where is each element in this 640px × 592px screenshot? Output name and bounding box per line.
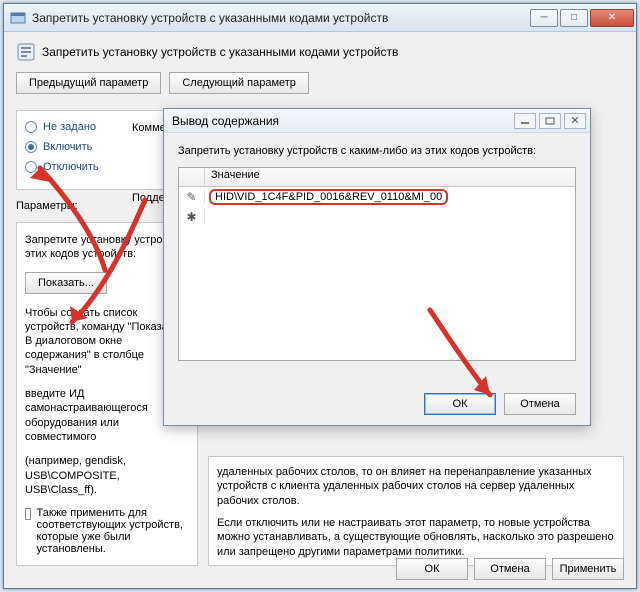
new-row-icon: ✱: [179, 210, 205, 224]
radio-icon: [25, 141, 37, 153]
dialog-titlebar[interactable]: Вывод содержания ✕: [164, 109, 590, 133]
window-icon: [10, 10, 26, 26]
window-title: Запретить установку устройств с указанны…: [32, 11, 528, 25]
apply-button[interactable]: Применить: [552, 558, 624, 580]
radio-icon: [25, 121, 37, 133]
policy-icon: [16, 42, 36, 62]
help-text-2: Если отключить или не настраивать этот п…: [217, 516, 615, 559]
value-grid[interactable]: Значение ✎ HID\VID_1C4F&PID_0016&REV_011…: [178, 167, 576, 361]
dialog-cancel-button[interactable]: Отмена: [504, 393, 576, 415]
also-apply-checkbox[interactable]: Также применить для соответствующих устр…: [25, 507, 189, 555]
radio-label: Отключить: [43, 161, 99, 173]
pencil-icon: ✎: [179, 190, 205, 204]
radio-label: Не задано: [43, 121, 96, 133]
content-dialog: Вывод содержания ✕ Запретить установку у…: [163, 108, 591, 426]
titlebar[interactable]: Запретить установку устройств с указанны…: [4, 4, 636, 32]
dialog-minimize-button[interactable]: [514, 113, 536, 129]
page-title: Запретить установку устройств с указанны…: [42, 45, 398, 59]
ok-button[interactable]: ОК: [396, 558, 468, 580]
grid-gutter-header: [179, 168, 205, 186]
help-box: удаленных рабочих столов, то он влияет н…: [208, 456, 624, 566]
close-button[interactable]: ✕: [590, 9, 634, 27]
radio-icon: [25, 161, 37, 173]
dialog-close-button[interactable]: ✕: [564, 113, 586, 129]
help-text-1: удаленных рабочих столов, то он влияет н…: [217, 465, 615, 508]
prev-param-button[interactable]: Предыдущий параметр: [16, 72, 161, 94]
dialog-title: Вывод содержания: [172, 114, 514, 128]
radio-label: Включить: [43, 141, 92, 153]
maximize-button[interactable]: □: [560, 9, 588, 27]
show-button[interactable]: Показать...: [25, 272, 107, 294]
grid-row-1[interactable]: ✎ HID\VID_1C4F&PID_0016&REV_0110&MI_00: [179, 187, 575, 207]
params-help-4: (например, gendisk, USB\COMPOSITE, USB\C…: [25, 454, 189, 497]
cancel-button[interactable]: Отмена: [474, 558, 546, 580]
dialog-maximize-button[interactable]: [539, 113, 561, 129]
checkbox-label: Также применить для соответствующих устр…: [37, 507, 189, 555]
grid-row-new[interactable]: ✱: [179, 207, 575, 227]
dialog-ok-button[interactable]: ОК: [424, 393, 496, 415]
next-param-button[interactable]: Следующий параметр: [169, 72, 309, 94]
grid-cell-value[interactable]: HID\VID_1C4F&PID_0016&REV_0110&MI_00: [209, 189, 448, 205]
grid-column-value: Значение: [205, 168, 575, 186]
minimize-button[interactable]: ─: [530, 9, 558, 27]
checkbox-icon: [25, 508, 31, 520]
dialog-prompt: Запретить установку устройств с каким-ли…: [178, 145, 576, 157]
